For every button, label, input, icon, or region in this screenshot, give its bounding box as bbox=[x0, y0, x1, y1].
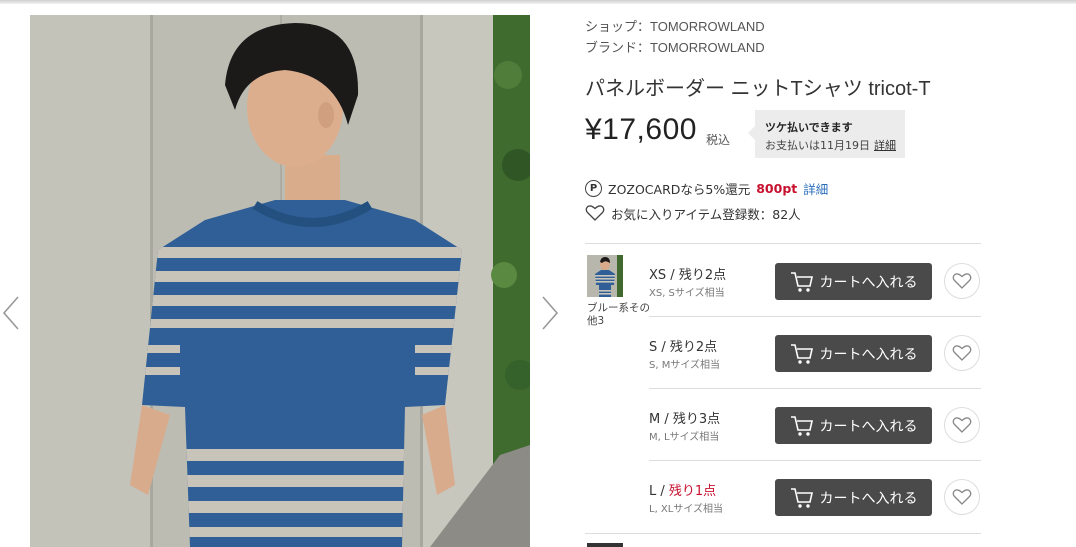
cart-button-label: カートへ入れる bbox=[819, 345, 918, 362]
size-name: M / bbox=[649, 412, 673, 427]
size-note: L, XLサイズ相当 bbox=[649, 504, 724, 515]
size-row-m: M / 残り3点 M, Lサイズ相当 カートへ入れる bbox=[585, 391, 981, 463]
product-photo[interactable] bbox=[30, 15, 530, 547]
heart-icon bbox=[952, 345, 972, 361]
product-price: ¥17,600 bbox=[585, 113, 697, 146]
size-label: M / 残り3点 bbox=[649, 408, 720, 427]
heart-icon bbox=[952, 273, 972, 289]
chevron-right-icon bbox=[542, 296, 559, 330]
size-label: L / 残り1点 bbox=[649, 480, 716, 499]
points-row: P ZOZOCARDなら5%還元 800pt 詳細 bbox=[585, 178, 828, 198]
points-icon: P bbox=[585, 179, 602, 197]
size-note: M, Lサイズ相当 bbox=[649, 432, 720, 443]
cart-button-label: カートへ入れる bbox=[819, 417, 918, 434]
size-name: L / bbox=[649, 484, 669, 499]
pay-later-date-line: お支払いは11月19日 詳細 bbox=[765, 137, 905, 153]
divider bbox=[585, 533, 981, 534]
cart-button-label: カートへ入れる bbox=[819, 489, 918, 506]
points-detail-link[interactable]: 詳細 bbox=[803, 179, 828, 198]
gallery-prev-button[interactable] bbox=[0, 283, 30, 343]
favorite-button[interactable] bbox=[944, 335, 980, 371]
brand-label: ブランド： bbox=[585, 40, 651, 55]
points-text: ZOZOCARDなら5%還元 bbox=[608, 181, 751, 197]
cart-icon bbox=[790, 415, 813, 436]
favorite-button[interactable] bbox=[944, 479, 980, 515]
stock-count: 残り2点 bbox=[669, 340, 718, 355]
add-to-cart-button[interactable]: カートへ入れる bbox=[775, 335, 932, 372]
size-name: XS / bbox=[649, 268, 679, 283]
divider bbox=[649, 460, 981, 461]
favorite-button[interactable] bbox=[944, 263, 980, 299]
size-note: XS, Sサイズ相当 bbox=[649, 288, 725, 299]
heart-icon bbox=[952, 489, 972, 505]
size-row-xs: XS / 残り2点 XS, Sサイズ相当 カートへ入れる bbox=[585, 247, 981, 319]
product-photo-illustration bbox=[30, 15, 530, 547]
points-amount: 800pt bbox=[756, 180, 798, 196]
size-note: S, Mサイズ相当 bbox=[649, 360, 721, 371]
size-label: S / 残り2点 bbox=[649, 336, 717, 355]
size-label: XS / 残り2点 bbox=[649, 264, 726, 283]
divider bbox=[585, 243, 981, 244]
size-name: S / bbox=[649, 340, 670, 355]
favorites-row: お気に入りアイテム登録数：82人 bbox=[585, 203, 801, 223]
pay-later-date: お支払いは11月19日 bbox=[765, 139, 870, 152]
pay-later-detail-link[interactable]: 詳細 bbox=[874, 139, 896, 152]
shop-link[interactable]: TOMORROWLAND bbox=[650, 19, 765, 34]
brand-line: ブランド：TOMORROWLAND bbox=[585, 37, 765, 56]
product-gallery bbox=[0, 0, 575, 547]
product-title: パネルボーダー ニットTシャツ tricot-T bbox=[585, 78, 931, 100]
next-color-thumbnail[interactable] bbox=[587, 543, 623, 547]
favorites-count: お気に入りアイテム登録数：82人 bbox=[611, 206, 801, 222]
chevron-left-icon bbox=[2, 296, 19, 330]
stock-count: 残り2点 bbox=[678, 268, 727, 283]
shop-line: ショップ：TOMORROWLAND bbox=[585, 16, 765, 35]
cart-icon bbox=[790, 487, 813, 508]
stock-count-low: 残り1点 bbox=[668, 484, 717, 499]
add-to-cart-button[interactable]: カートへ入れる bbox=[775, 479, 932, 516]
product-info: ショップ：TOMORROWLAND ブランド：TOMORROWLAND パネルボ… bbox=[585, 0, 1076, 547]
add-to-cart-button[interactable]: カートへ入れる bbox=[775, 263, 932, 300]
gallery-next-button[interactable] bbox=[535, 283, 565, 343]
stock-count: 残り3点 bbox=[672, 412, 721, 427]
pay-later-title: ツケ払いできます bbox=[765, 121, 853, 134]
add-to-cart-button[interactable]: カートへ入れる bbox=[775, 407, 932, 444]
brand-link[interactable]: TOMORROWLAND bbox=[650, 40, 765, 55]
shop-label: ショップ： bbox=[585, 19, 651, 34]
cart-button-label: カートへ入れる bbox=[819, 273, 918, 290]
divider bbox=[649, 316, 981, 317]
size-row-s: S / 残り2点 S, Mサイズ相当 カートへ入れる bbox=[585, 319, 981, 391]
favorite-button[interactable] bbox=[944, 407, 980, 443]
cart-icon bbox=[790, 343, 813, 364]
cart-icon bbox=[790, 271, 813, 292]
heart-icon bbox=[952, 417, 972, 433]
tax-label: 税込 bbox=[706, 133, 731, 147]
size-row-l: L / 残り1点 L, XLサイズ相当 カートへ入れる bbox=[585, 463, 981, 535]
divider bbox=[649, 388, 981, 389]
pay-later-box: ツケ払いできます お支払いは11月19日 詳細 bbox=[748, 110, 905, 158]
heart-icon bbox=[585, 204, 605, 222]
